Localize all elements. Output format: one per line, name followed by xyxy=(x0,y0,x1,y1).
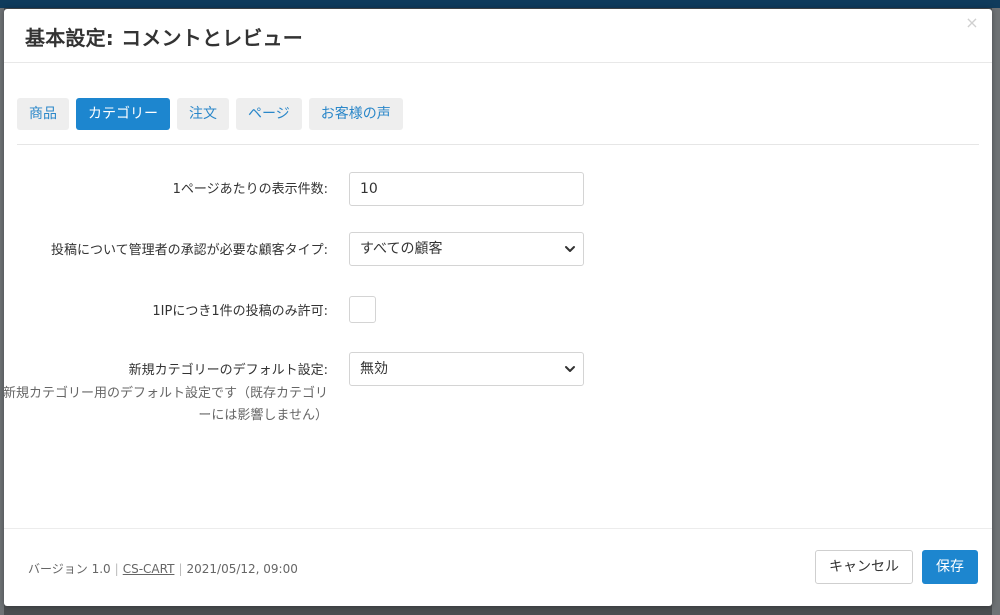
per-page-input[interactable] xyxy=(349,172,584,206)
close-icon[interactable]: × xyxy=(964,15,980,31)
dialog-header: 基本設定: コメントとレビュー × xyxy=(4,9,992,63)
settings-tabs: 商品 カテゴリー 注文 ページ お客様の声 xyxy=(17,98,403,130)
background-page-right xyxy=(992,8,1000,615)
save-button[interactable]: 保存 xyxy=(922,550,978,584)
settings-dialog: 基本設定: コメントとレビュー × 商品 カテゴリー 注文 ページ お客様の声 … xyxy=(3,9,992,606)
one-per-ip-checkbox[interactable] xyxy=(349,296,376,323)
version-text: バージョン 1.0 xyxy=(28,562,111,576)
per-page-label: 1ページあたりの表示件数: xyxy=(172,182,328,197)
separator: | xyxy=(114,562,119,576)
default-setting-select-value: 無効 xyxy=(360,361,388,377)
tabs-divider xyxy=(17,144,979,145)
chevron-down-icon xyxy=(565,366,575,372)
approval-select[interactable]: すべての顧客 xyxy=(349,232,584,266)
default-setting-select[interactable]: 無効 xyxy=(349,352,584,386)
default-setting-hint: 新規カテゴリー用のデフォルト設定です（既存カテゴリーには影響しません） xyxy=(2,386,328,423)
tab-categories[interactable]: カテゴリー xyxy=(76,98,170,130)
tab-orders[interactable]: 注文 xyxy=(177,98,229,130)
default-setting-label: 新規カテゴリーのデフォルト設定: xyxy=(128,363,328,378)
chevron-down-icon xyxy=(565,246,575,252)
cancel-button[interactable]: キャンセル xyxy=(815,550,913,584)
tab-products[interactable]: 商品 xyxy=(17,98,69,130)
footer-divider xyxy=(4,528,992,529)
one-per-ip-label: 1IPにつき1件の投稿のみ許可: xyxy=(152,304,328,319)
vendor-link[interactable]: CS-CART xyxy=(123,562,175,576)
tab-testimonials[interactable]: お客様の声 xyxy=(308,98,403,130)
background-header-bar xyxy=(0,0,1000,8)
addon-info: バージョン 1.0 | CS-CART | 2021/05/12, 09:00 xyxy=(28,560,298,577)
dialog-title: 基本設定: コメントとレビュー xyxy=(25,26,303,50)
separator: | xyxy=(178,562,183,576)
approval-select-value: すべての顧客 xyxy=(360,241,443,257)
release-date: 2021/05/12, 09:00 xyxy=(186,562,298,576)
tab-pages[interactable]: ページ xyxy=(236,98,302,130)
approval-label: 投稿について管理者の承認が必要な顧客タイプ: xyxy=(51,243,328,258)
